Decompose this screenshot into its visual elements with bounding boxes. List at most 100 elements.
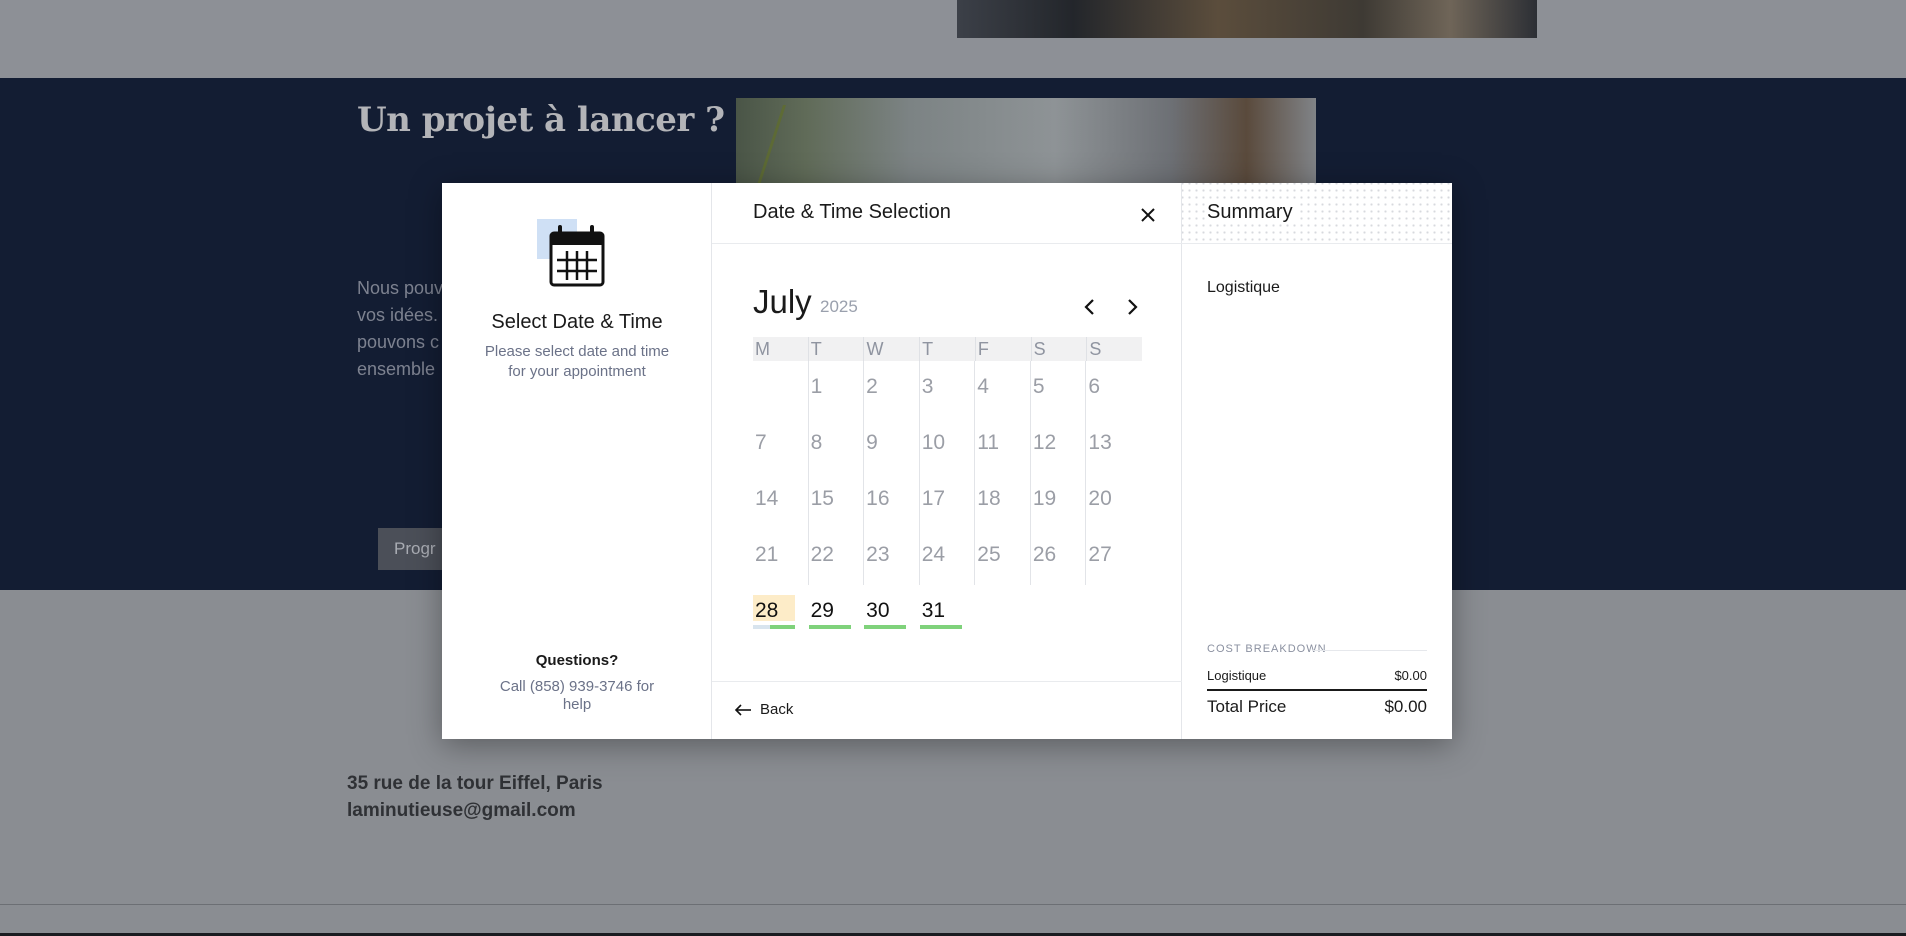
cost-item-value: $0.00 <box>1394 668 1427 683</box>
next-month-button[interactable] <box>1120 295 1144 319</box>
calendar-grid: M T W T F S S 1 2 3 4 5 6 7 8 9 10 11 12 13 14 15 16 17 1… <box>753 337 1142 641</box>
weekday-header: M T W T F S S <box>753 337 1142 361</box>
weekday-label: S <box>1032 337 1088 361</box>
calendar-day-number: 5 <box>1032 375 1045 398</box>
cost-breakdown-divider <box>1312 650 1427 651</box>
weekday-label: F <box>976 337 1032 361</box>
close-button[interactable] <box>1136 203 1160 227</box>
calendar-day-number: 14 <box>755 487 779 510</box>
calendar-days: 1 2 3 4 5 6 7 8 9 10 11 12 13 14 15 16 17 18 19 20 21 22 23 24 2… <box>753 361 1142 641</box>
calendar-day <box>753 361 809 417</box>
calendar-day-number: 16 <box>866 487 890 510</box>
calendar-day: 5 <box>1031 361 1087 417</box>
calendar-day: 18 <box>975 473 1031 529</box>
booking-modal: Select Date & Time Please select date an… <box>442 183 1452 739</box>
summary-service: Logistique <box>1207 279 1280 296</box>
calendar-day-number: 22 <box>810 543 834 566</box>
questions-help-text: Call (858) 939-3746 for help <box>499 678 655 713</box>
calendar-day: 8 <box>809 417 865 473</box>
panel-title: Date & Time Selection <box>753 201 951 223</box>
calendar-day-number: 6 <box>1088 375 1101 398</box>
calendar-day-number: 30 <box>866 599 890 622</box>
calendar-day: 20 <box>1086 473 1142 529</box>
calendar-day-number: 11 <box>977 431 1000 454</box>
calendar-day-number: 15 <box>810 487 834 510</box>
calendar-day-number: 9 <box>866 431 878 454</box>
calendar-day[interactable]: 28 <box>753 585 809 641</box>
calendar-day-number: 7 <box>755 431 767 454</box>
calendar-day-number: 1 <box>810 375 823 398</box>
chevron-left-icon <box>1084 299 1094 315</box>
email-text: laminutieuse@gmail.com <box>347 800 576 821</box>
address-text: 35 rue de la tour Eiffel, Paris <box>347 773 603 794</box>
availability-indicator <box>864 625 907 629</box>
calendar-day-number: 31 <box>921 599 946 622</box>
calendar-day: 21 <box>753 529 809 585</box>
calendar-day-number: 18 <box>977 487 1001 510</box>
step-info-panel: Select Date & Time Please select date an… <box>442 183 712 739</box>
summary-title: Summary <box>1207 201 1299 224</box>
previous-month-button[interactable] <box>1078 295 1102 319</box>
step-subtitle: Please select date and time for your app… <box>484 343 670 380</box>
calendar-day-number: 28 <box>755 599 779 622</box>
calendar-day[interactable]: 30 <box>864 585 920 641</box>
calendar-day: 11 <box>975 417 1031 473</box>
calendar-day: 6 <box>1086 361 1142 417</box>
calendar-day: 3 <box>920 361 976 417</box>
weekday-label: T <box>809 337 865 361</box>
chevron-right-icon <box>1128 299 1138 315</box>
calendar-day: 16 <box>864 473 920 529</box>
calendar-day[interactable]: 29 <box>808 585 865 641</box>
calendar-day-number: 27 <box>1088 543 1112 566</box>
calendar-day: 7 <box>753 417 809 473</box>
page-top-section <box>0 0 1906 78</box>
calendar-day: 25 <box>975 529 1031 585</box>
panel-footer: Back <box>712 681 1182 739</box>
project-heading: Un projet à lancer ? <box>357 100 725 140</box>
calendar-day: 10 <box>920 417 976 473</box>
summary-header: Summary <box>1182 183 1452 244</box>
calendar-day-number: 8 <box>810 431 823 454</box>
total-row: Total Price $0.00 <box>1207 697 1427 717</box>
cost-item-label: Logistique <box>1207 668 1267 683</box>
schedule-button: Progr <box>378 528 448 570</box>
calendar-day-number: 19 <box>1032 487 1057 510</box>
panel-header: Date & Time Selection <box>712 183 1182 244</box>
weekday-label: S <box>1089 339 1102 359</box>
calendar-day-number: 13 <box>1088 431 1112 454</box>
calendar-day: 26 <box>1031 529 1087 585</box>
back-label: Back <box>760 701 794 718</box>
project-photo <box>736 98 1316 188</box>
calendar-month: July <box>753 283 812 320</box>
weekday-label: M <box>753 337 809 361</box>
calendar-day-number: 10 <box>921 431 946 454</box>
calendar-day-number: 25 <box>977 543 1001 566</box>
calendar-day: 27 <box>1086 529 1142 585</box>
calendar-day: 15 <box>809 473 865 529</box>
calendar-day-number: 21 <box>755 543 779 566</box>
cost-breakdown-label: COST BREAKDOWN <box>1207 643 1327 655</box>
calendar-day[interactable]: 31 <box>919 585 976 641</box>
weekday-label: W <box>864 337 921 361</box>
calendar-day-number: 29 <box>810 599 834 622</box>
calendar-day-number: 4 <box>977 375 989 398</box>
arrow-left-icon <box>734 703 751 716</box>
calendar-day-number: 3 <box>921 375 934 398</box>
calendar-day-number: 17 <box>921 487 946 510</box>
total-label: Total Price <box>1207 697 1287 716</box>
calendar-day-number: 26 <box>1032 543 1057 566</box>
calendar-day-number: 23 <box>866 543 890 566</box>
calendar-day-number: 20 <box>1088 487 1112 510</box>
calendar-day: 12 <box>1031 417 1087 473</box>
calendar-day: 9 <box>864 417 920 473</box>
availability-indicator <box>808 625 851 629</box>
calendar-day: 4 <box>975 361 1031 417</box>
availability-indicator <box>753 625 795 629</box>
date-time-panel: Date & Time Selection July 2025 M T W T … <box>712 183 1182 739</box>
header-photo <box>957 0 1537 38</box>
calendar-day-number: 2 <box>866 375 878 398</box>
calendar-day-number: 24 <box>921 543 946 566</box>
total-value: $0.00 <box>1384 697 1427 716</box>
back-button[interactable]: Back <box>734 701 793 718</box>
footer-divider <box>0 904 1906 905</box>
